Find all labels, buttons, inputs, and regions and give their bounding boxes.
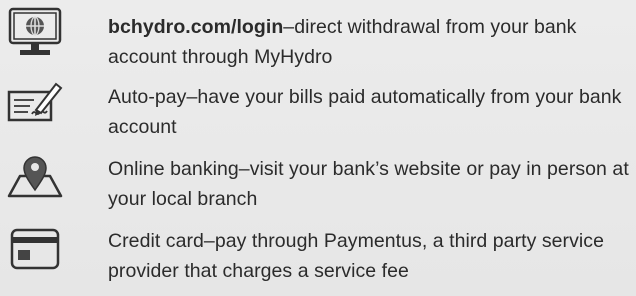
option-title: Online banking [108, 158, 239, 180]
payment-option-text: Auto-pay–have your bills paid automatica… [108, 82, 630, 142]
computer-monitor-icon [6, 6, 64, 58]
option-title: Credit card [108, 230, 204, 252]
payment-option-online-login: bchydro.com/login–direct withdrawal from… [0, 4, 636, 68]
payment-option-auto-pay: Auto-pay–have your bills paid automatica… [0, 76, 636, 140]
credit-card-icon [6, 224, 64, 276]
map-location-pin-icon [6, 152, 64, 204]
payment-option-online-banking: Online banking–visit your bank’s website… [0, 150, 636, 214]
payment-option-text: Credit card–pay through Paymentus, a thi… [108, 226, 630, 286]
signed-cheque-icon [6, 78, 64, 130]
option-separator: – [238, 158, 250, 180]
option-separator: – [283, 16, 295, 38]
option-separator: – [203, 230, 215, 252]
option-title: Auto-pay [108, 86, 187, 108]
payment-options-list: bchydro.com/login–direct withdrawal from… [0, 0, 636, 296]
payment-option-text: bchydro.com/login–direct withdrawal from… [108, 12, 630, 72]
option-title-link[interactable]: bchydro.com/login [108, 16, 283, 38]
payment-option-credit-card: Credit card–pay through Paymentus, a thi… [0, 220, 636, 284]
option-separator: – [186, 86, 198, 108]
payment-option-text: Online banking–visit your bank’s website… [108, 154, 630, 214]
